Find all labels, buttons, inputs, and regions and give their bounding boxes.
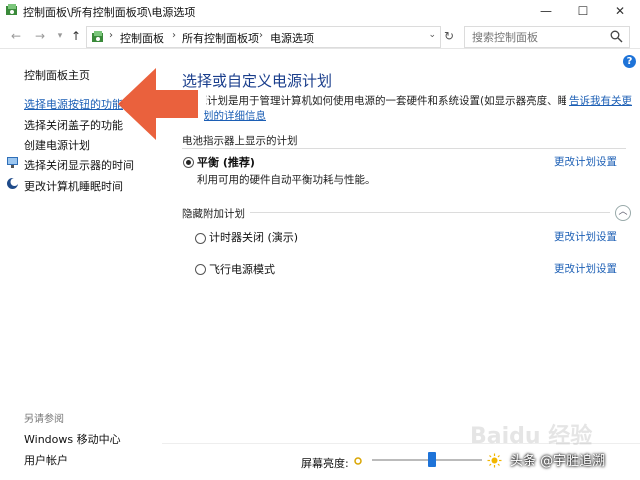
- radio-timer-off[interactable]: [195, 233, 206, 244]
- chevron-right-icon[interactable]: ›: [259, 30, 263, 41]
- chevron-up-icon[interactable]: ︿: [615, 205, 631, 221]
- sidebar-item-home[interactable]: 控制面板主页: [24, 67, 90, 83]
- sidebar-item-lid[interactable]: 选择关闭盖子的功能: [24, 117, 123, 133]
- maximize-button[interactable]: ☐: [565, 0, 601, 22]
- breadcrumb[interactable]: › 控制面板 › 所有控制面板项 › 电源选项 ⌄: [86, 26, 441, 48]
- sidebar-item-user-accounts[interactable]: 用户帐户: [24, 452, 68, 468]
- window-title: 控制面板\所有控制面板项\电源选项: [23, 6, 196, 19]
- display-icon: [7, 157, 18, 168]
- search-icon[interactable]: [610, 30, 623, 43]
- plan-name-timer-off[interactable]: 计时器关闭 (演示): [209, 229, 298, 245]
- search-box[interactable]: [464, 26, 630, 48]
- maximize-icon: ☐: [577, 4, 589, 18]
- recent-locations-icon[interactable]: ▾: [52, 28, 68, 44]
- radio-airplane-mode[interactable]: [195, 264, 206, 275]
- back-arrow-icon[interactable]: ←: [8, 28, 24, 44]
- learn-more-link[interactable]: 告诉我有关更: [569, 93, 632, 108]
- close-icon: ✕: [614, 4, 626, 18]
- address-bar-row: ← → ▾ ↑ › 控制面板 › 所有控制面板项 › 电源选项 ⌄ ↻: [0, 24, 640, 49]
- sidebar-item-sleep[interactable]: 更改计算机睡眠时间: [24, 178, 123, 194]
- section-battery-plans: 电池指示器上显示的计划: [182, 135, 298, 147]
- baidu-watermark: Baidu 经验: [470, 424, 593, 449]
- sidebar-item-power-button[interactable]: 选择电源按钮的功能: [24, 96, 123, 112]
- toutiao-watermark: 头条 @宇胜追溯: [510, 454, 606, 469]
- radio-balanced[interactable]: [183, 157, 194, 168]
- section-hidden-plans[interactable]: 隐藏附加计划: [182, 206, 245, 221]
- help-icon[interactable]: ?: [623, 55, 636, 68]
- change-plan-settings-link[interactable]: 更改计划设置: [554, 229, 617, 244]
- brightness-label: 屏幕亮度:: [301, 457, 349, 470]
- minimize-icon: —: [540, 4, 552, 18]
- brightness-slider[interactable]: [372, 452, 482, 468]
- search-input[interactable]: [470, 29, 604, 46]
- plan-name-airplane-mode[interactable]: 飞行电源模式: [209, 261, 275, 277]
- plan-name-balanced[interactable]: 平衡 (推荐): [197, 154, 255, 170]
- page-description: 电源计划是用于管理计算机如何使用电源的一套硬件和系统设置(如显示器亮度、睡眠等)…: [186, 95, 566, 107]
- control-panel-icon: [6, 4, 17, 15]
- section-divider: [250, 212, 610, 213]
- refresh-icon[interactable]: ↻: [441, 28, 457, 44]
- minimize-button[interactable]: —: [528, 0, 564, 22]
- control-panel-icon: [92, 31, 103, 42]
- sidebar-item-display-off[interactable]: 选择关闭显示器的时间: [24, 157, 134, 173]
- see-also-heading: 另请参阅: [24, 414, 64, 425]
- plan-desc-balanced: 利用可用的硬件自动平衡功耗与性能。: [197, 174, 376, 186]
- close-button[interactable]: ✕: [602, 0, 638, 22]
- brightness-track[interactable]: [372, 459, 482, 461]
- moon-icon: [7, 178, 19, 189]
- breadcrumb-control-panel[interactable]: 控制面板: [120, 30, 164, 46]
- change-plan-settings-link[interactable]: 更改计划设置: [554, 261, 617, 276]
- section-divider: [182, 148, 626, 149]
- change-plan-settings-link[interactable]: 更改计划设置: [554, 154, 617, 169]
- breadcrumb-all-items[interactable]: 所有控制面板项: [182, 30, 259, 46]
- up-arrow-icon[interactable]: ↑: [68, 28, 84, 44]
- sidebar-item-mobility-center[interactable]: Windows 移动中心: [24, 431, 121, 447]
- sun-bright-icon: [487, 453, 502, 468]
- chevron-right-icon[interactable]: ›: [109, 30, 113, 41]
- sun-dim-icon: [354, 457, 362, 465]
- chevron-down-icon[interactable]: ⌄: [428, 30, 436, 40]
- breadcrumb-power-options[interactable]: 电源选项: [270, 30, 314, 46]
- title-bar: 控制面板\所有控制面板项\电源选项 — ☐ ✕: [0, 0, 640, 22]
- chevron-right-icon[interactable]: ›: [172, 30, 176, 41]
- page-title: 选择或自定义电源计划: [182, 72, 333, 90]
- sidebar-item-create-plan[interactable]: 创建电源计划: [24, 137, 90, 153]
- forward-arrow-icon[interactable]: →: [32, 28, 48, 44]
- brightness-thumb[interactable]: [428, 452, 436, 467]
